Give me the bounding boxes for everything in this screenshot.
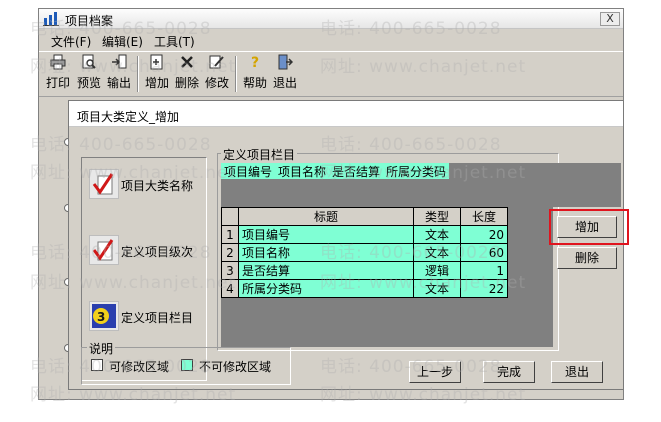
length-cell[interactable]: 60 (460, 243, 508, 262)
field-preview-item: 是否结算 (332, 165, 381, 179)
exit-dialog-button[interactable]: 退出 (551, 361, 603, 383)
previous-step-button[interactable]: 上一步 (409, 361, 461, 383)
table-row[interactable]: 2 项目名称 文本 60 (221, 243, 508, 262)
dialog-title: 项目大类定义_增加 (77, 110, 180, 124)
step-three-badge-icon: 3 (92, 304, 116, 328)
menu-tools[interactable]: 工具(T) (154, 33, 195, 50)
new-document-icon (150, 54, 163, 70)
delete-column-button[interactable]: 删除 (557, 247, 617, 269)
dialog-title-bar: 项目大类定义_增加 (69, 101, 623, 127)
editable-area-label: 可修改区域 (109, 360, 170, 374)
column-header-type: 类型 (413, 207, 461, 226)
step-define-level[interactable]: 定义项目级次 (121, 243, 193, 260)
column-definition-table: 标题 类型 长度 1 项目编号 文本 20 2 项目名称 文本 60 3 是否结… (221, 207, 508, 298)
add-column-button[interactable]: 增加 (557, 216, 617, 238)
column-grid-area: 标题 类型 长度 1 项目编号 文本 20 2 项目名称 文本 60 3 是否结… (221, 207, 553, 347)
toolbar-add-button[interactable]: 增加 (143, 54, 171, 94)
row-number: 1 (221, 225, 239, 244)
help-label: 帮助 (242, 76, 267, 90)
step-column-icon: 3 (89, 301, 119, 331)
category-define-dialog: 项目大类定义_增加 项目大类名称 定义项目级次 3 定义项目栏目 定义项目栏目 … (68, 100, 629, 390)
row-number: 4 (221, 279, 239, 298)
svg-text:3: 3 (97, 310, 105, 324)
step-category-name[interactable]: 项目大类名称 (121, 177, 193, 194)
exit-toolbar-button[interactable]: 退出 (271, 54, 299, 94)
printer-icon (50, 54, 66, 70)
type-cell[interactable]: 文本 (413, 279, 461, 298)
row-number-header (221, 207, 239, 226)
preview-icon (82, 54, 96, 69)
length-cell[interactable]: 20 (460, 225, 508, 244)
step-level-icon (89, 235, 119, 265)
length-cell[interactable]: 22 (460, 279, 508, 298)
readonly-area-label: 不可修改区域 (199, 360, 272, 374)
export-button[interactable]: 输出 (105, 54, 133, 94)
menu-edit[interactable]: 编辑(E) (102, 33, 143, 50)
column-header-title: 标题 (238, 207, 414, 226)
type-cell[interactable]: 文本 (413, 243, 461, 262)
legend-title: 说明 (87, 340, 116, 357)
export-label: 输出 (106, 76, 131, 90)
window-title: 项目档案 (65, 14, 114, 28)
row-number: 2 (221, 243, 239, 262)
checkmark-document-icon (92, 239, 114, 261)
field-preview-item: 项目名称 (278, 165, 327, 179)
title-cell[interactable]: 所属分类码 (238, 279, 414, 298)
editable-swatch (91, 359, 103, 371)
row-number: 3 (221, 261, 239, 280)
preview-button[interactable]: 预览 (75, 54, 103, 94)
step-name-icon (89, 169, 119, 199)
title-cell[interactable]: 项目名称 (238, 243, 414, 262)
svg-text:?: ? (251, 55, 259, 70)
toolbar-edit-button[interactable]: 修改 (203, 54, 231, 94)
finish-button[interactable]: 完成 (483, 361, 535, 383)
exit-toolbar-label: 退出 (272, 76, 297, 90)
toolbar-add-label: 增加 (144, 76, 169, 90)
app-icon (43, 12, 59, 26)
title-cell[interactable]: 是否结算 (238, 261, 414, 280)
print-label: 打印 (45, 76, 70, 90)
exit-door-icon (278, 54, 293, 70)
window-close-button[interactable]: X (600, 12, 620, 26)
checkmark-document-icon (92, 173, 114, 195)
delete-x-icon (181, 56, 193, 68)
toolbar-separator (137, 56, 139, 92)
field-preview-row: 项目编号 项目名称 是否结算 所属分类码 (221, 163, 450, 179)
column-group-title: 定义项目栏目 (221, 146, 298, 163)
export-icon (112, 54, 127, 69)
help-question-icon: ? (251, 55, 259, 70)
toolbar: 打印 预览 输出 增加 删除 修改 ? 帮助 退出 (39, 51, 623, 97)
table-header-row: 标题 类型 长度 (221, 207, 508, 226)
preview-label: 预览 (76, 76, 101, 90)
table-row[interactable]: 3 是否结算 逻辑 1 (221, 261, 508, 280)
toolbar-separator (235, 56, 237, 92)
table-row[interactable]: 4 所属分类码 文本 22 (221, 279, 508, 298)
menu-bar: 文件(F) 编辑(E) 工具(T) (39, 30, 623, 50)
length-cell[interactable]: 1 (460, 261, 508, 280)
window-title-bar: 项目档案 X (39, 9, 623, 29)
toolbar-delete-label: 删除 (174, 76, 199, 90)
type-cell[interactable]: 文本 (413, 225, 461, 244)
title-cell[interactable]: 项目编号 (238, 225, 414, 244)
column-header-length: 长度 (460, 207, 508, 226)
help-button[interactable]: ? 帮助 (241, 54, 269, 94)
table-row[interactable]: 1 项目编号 文本 20 (221, 225, 508, 244)
field-preview-strip: 项目编号 项目名称 是否结算 所属分类码 (221, 163, 621, 207)
print-button[interactable]: 打印 (45, 54, 71, 94)
field-preview-item: 所属分类码 (386, 165, 447, 179)
toolbar-edit-label: 修改 (204, 76, 229, 90)
menu-file[interactable]: 文件(F) (51, 33, 91, 50)
type-cell[interactable]: 逻辑 (413, 261, 461, 280)
step-define-columns[interactable]: 定义项目栏目 (121, 309, 193, 326)
toolbar-delete-button[interactable]: 删除 (173, 54, 201, 94)
readonly-swatch (181, 359, 193, 371)
field-preview-item: 项目编号 (224, 165, 273, 179)
edit-pencil-icon (209, 55, 224, 69)
